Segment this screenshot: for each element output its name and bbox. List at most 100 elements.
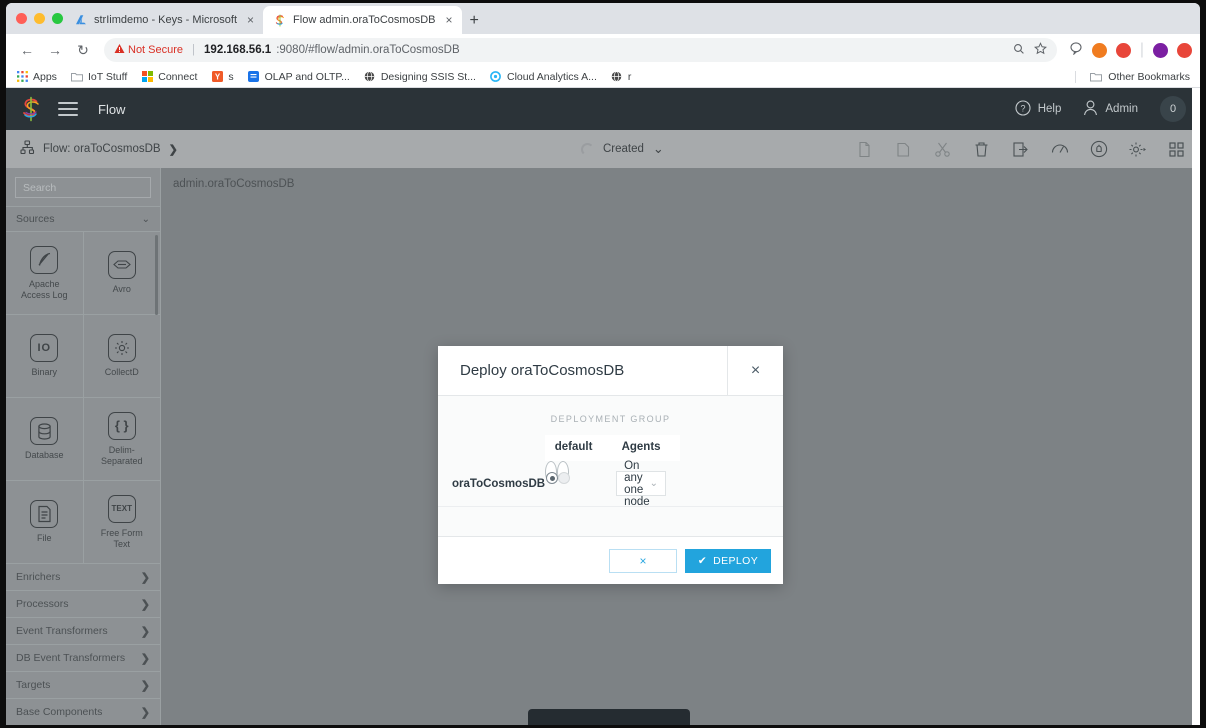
not-secure-indicator[interactable]: Not Secure [114,43,183,57]
page-scrollbar[interactable] [1192,88,1200,725]
close-icon[interactable]: × [727,346,783,395]
hamburger-icon[interactable] [58,102,78,116]
new-tab-button[interactable]: + [470,13,479,29]
deploy-button[interactable]: ✔ DEPLOY [685,548,771,573]
svg-text:?: ? [1020,103,1025,113]
extension-orange-icon[interactable] [1091,42,1107,58]
palette-category-enrichers[interactable]: Enrichers ❯ [6,564,160,591]
apps-grid-icon [16,71,28,83]
chevron-right-icon[interactable]: ❯ [141,598,150,611]
maximize-window-button[interactable] [52,13,63,24]
window-traffic-lights[interactable] [16,13,63,24]
bookmark-apps[interactable]: Apps [16,71,57,83]
radio-cell-default[interactable] [545,461,559,484]
extension-red-icon[interactable] [1115,42,1131,58]
flow-status[interactable]: Created ⌄ [581,142,664,156]
bookmark-designing-ssis[interactable]: Designing SSIS St... [364,71,476,83]
loading-spinner [581,142,594,156]
deploy-dialog-footer: × ✔ DEPLOY [438,536,783,584]
radio-agents[interactable] [558,472,571,484]
copy-page-icon[interactable] [855,140,874,159]
zoom-icon[interactable] [1013,43,1025,58]
palette-group-sources-label: Sources [16,213,55,225]
globe-icon [611,71,623,83]
binary-io-icon: IO [30,334,59,362]
duplicate-icon[interactable] [894,140,913,159]
search-input[interactable]: Search [15,177,151,198]
chevron-right-icon[interactable]: ❯ [141,652,150,665]
close-tab-1-button[interactable]: × [445,14,452,26]
striim-icon [273,13,287,27]
bookmark-olap-oltp[interactable]: OLAP and OLTP... [248,71,350,83]
browser-tab-0[interactable]: strIimdemo - Keys - Microsoft × [64,6,263,34]
gauge-icon[interactable] [1050,140,1069,159]
palette-grid: Apache Access Log Avro IO Binary Collect… [6,232,160,564]
palette-item-avro[interactable]: Avro [84,232,161,314]
palette-category-db-event-transformers[interactable]: DB Event Transformers ❯ [6,645,160,672]
notification-badge[interactable]: 0 [1160,96,1186,122]
azure-icon [74,13,88,27]
minimize-window-button[interactable] [34,13,45,24]
scissors-icon[interactable] [933,140,952,159]
reload-button[interactable]: ↻ [70,37,96,63]
bookmark-iot-stuff-label: IoT Stuff [87,70,128,83]
grid-apps-icon[interactable] [1167,140,1186,159]
alert-bell-icon[interactable] [1089,140,1108,159]
bookmark-r[interactable]: r [611,71,631,83]
extension-red2-icon[interactable] [1177,42,1192,58]
palette-item-apache-access-log[interactable]: Apache Access Log [6,232,84,314]
bookmark-s[interactable]: Y s [211,71,234,83]
node-placement-select[interactable]: On any one node ⌄ [616,460,667,508]
palette-item-collectd[interactable]: CollectD [84,315,161,397]
bookmark-connect[interactable]: Connect [141,71,197,83]
export-icon[interactable] [1011,140,1030,159]
omnibox-divider: | [192,44,196,56]
palette-item-label: Delim- Separated [100,444,143,466]
palette-category-targets[interactable]: Targets ❯ [6,672,160,699]
palette-category-label: Processors [16,598,69,610]
user-icon [1083,100,1098,119]
palette-category-processors[interactable]: Processors ❯ [6,591,160,618]
user-menu[interactable]: Admin [1083,100,1138,119]
palette-item-database[interactable]: Database [6,398,84,480]
striim-logo[interactable] [20,96,42,122]
palette-item-file[interactable]: File [6,481,84,563]
browser-tab-1[interactable]: Flow admin.oraToCosmosDB × [263,6,462,34]
back-button[interactable]: ← [14,37,40,63]
other-bookmarks-button[interactable]: Other Bookmarks [1075,70,1190,83]
star-icon[interactable] [1033,42,1047,58]
settings-gear-icon[interactable] [1128,140,1147,159]
palette-item-delim-separated[interactable]: { } Delim- Separated [84,398,161,480]
text-icon: TEXT [107,494,136,523]
close-tab-0-button[interactable]: × [247,14,254,26]
bookmark-iot-stuff[interactable]: IoT Stuff [70,70,128,83]
radio-cell-agents[interactable] [557,461,571,484]
chevron-down-icon[interactable]: ⌄ [653,142,664,155]
address-bar[interactable]: Not Secure | 192.168.56.1:9080/#flow/adm… [104,38,1057,62]
breadcrumb-expand-arrow[interactable]: ❯ [169,143,178,156]
bookmark-cloud-analytics[interactable]: Cloud Analytics A... [490,71,597,83]
cancel-button[interactable]: × [609,548,677,573]
palette-category-label: Event Transformers [16,625,108,637]
palette-item-free-form-text[interactable]: TEXT Free Form Text [84,481,161,563]
trash-icon[interactable] [972,140,991,159]
blank-header [438,435,545,461]
palette-item-binary[interactable]: IO Binary [6,315,84,397]
chevron-right-icon[interactable]: ❯ [141,706,150,719]
deploy-button-label: DEPLOY [713,554,759,567]
extension-bubble-icon[interactable] [1069,41,1083,60]
bottom-status-bar[interactable] [528,709,690,725]
chevron-right-icon[interactable]: ❯ [141,625,150,638]
palette-category-event-transformers[interactable]: Event Transformers ❯ [6,618,160,645]
chevron-down-icon[interactable]: ⌄ [142,214,150,225]
help-button[interactable]: ? Help [1015,99,1061,119]
close-window-button[interactable] [16,13,27,24]
forward-button[interactable]: → [42,37,68,63]
palette-category-base-components[interactable]: Base Components ❯ [6,699,160,725]
chevron-right-icon[interactable]: ❯ [141,679,150,692]
palette-group-sources[interactable]: Sources ⌄ [6,206,160,232]
breadcrumb[interactable]: Flow: oraToCosmosDB ❯ [20,140,178,158]
palette-scrollbar[interactable] [155,235,158,315]
profile-avatar[interactable] [1153,42,1168,58]
chevron-right-icon[interactable]: ❯ [141,571,150,584]
